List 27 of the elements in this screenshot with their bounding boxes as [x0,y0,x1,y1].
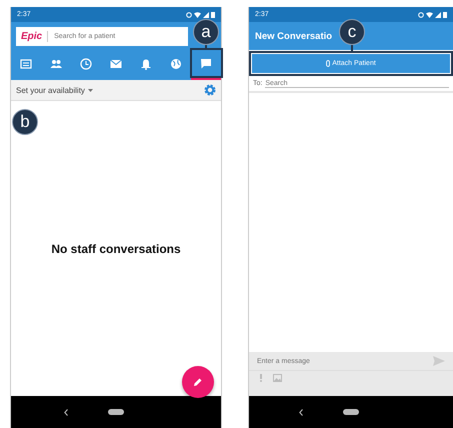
logo: Epic [21,30,48,42]
compose-button[interactable] [182,366,214,398]
home-button[interactable] [343,409,359,415]
callout-marker: b [12,109,38,135]
paperclip-icon [326,60,330,67]
availability-dropdown[interactable]: Set your availability [16,86,93,94]
list-icon [20,58,32,70]
clock-icon [80,58,92,70]
wifi-icon [426,12,433,18]
back-icon[interactable] [64,408,68,416]
battery-icon [443,11,447,18]
back-icon[interactable] [299,408,303,416]
mail-icon [110,58,122,70]
home-button[interactable] [108,409,124,415]
highlight-frame [190,48,223,78]
battery-icon [211,11,215,18]
wifi-icon [194,12,201,18]
pencil-icon [193,377,203,387]
settings-icon[interactable] [204,84,216,96]
alarm-icon [186,12,192,18]
chat-icon [200,58,212,70]
signal-icon [435,12,441,18]
bell-icon [140,58,152,70]
alarm-icon [418,12,424,18]
empty-message: No staff conversations [51,242,181,256]
people-icon [50,58,62,70]
caret-icon [88,88,93,92]
